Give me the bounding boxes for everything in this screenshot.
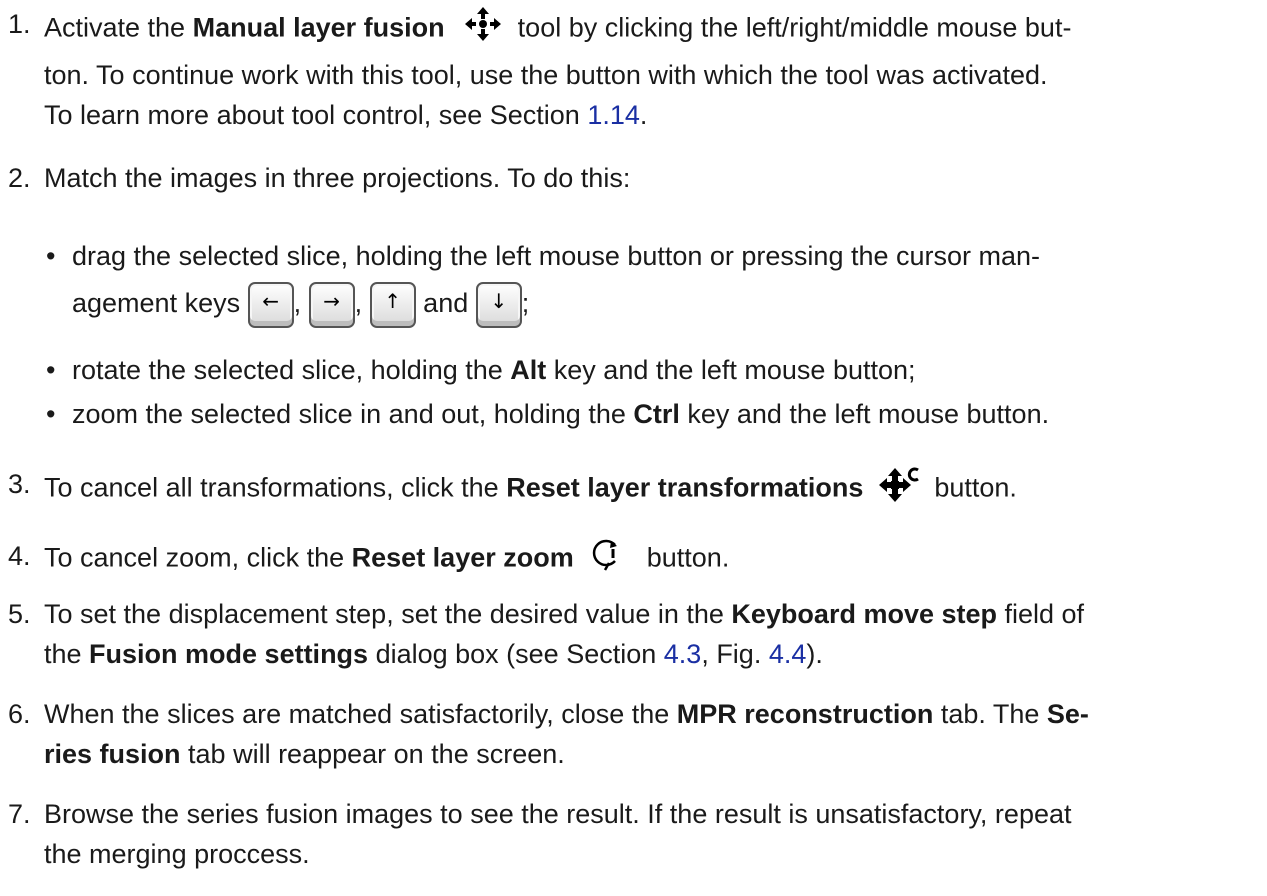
step-text: ton. To continue work with this tool, us… <box>44 60 1048 90</box>
key-name: Alt <box>510 355 547 385</box>
bullet-2: • rotate the selected slice, holding the… <box>46 350 1266 390</box>
step-text: tool by clicking the left/right/middle m… <box>510 12 1072 43</box>
step-number: 3. <box>8 469 31 499</box>
conjunction: and <box>423 288 469 318</box>
step-7: 7. Browse the series fusion images to se… <box>0 794 1260 874</box>
down-arrow-key: ↓ <box>475 281 522 328</box>
field-name: Keyboard move step <box>731 599 997 629</box>
step-text: dialog box (see Section <box>368 639 664 669</box>
step-text: tab will reappear on the screen. <box>180 739 565 769</box>
step-text: the merging proccess. <box>44 839 310 869</box>
button-name: Reset layer zoom <box>351 542 574 573</box>
right-arrow-key: → <box>308 281 355 328</box>
step-number: 5. <box>8 599 31 629</box>
step-text: , Fig. <box>701 639 769 669</box>
tab-name: ries fusion <box>44 739 181 769</box>
tool-name: Manual layer fusion <box>192 12 445 43</box>
reset-zoom-icon <box>587 536 623 583</box>
step-text: To learn more about tool control, see Se… <box>44 100 588 130</box>
bullet-1: • drag the selected slice, holding the l… <box>46 236 1266 330</box>
step-text: To cancel zoom, click the <box>44 542 352 573</box>
button-name: Reset layer transformations <box>506 472 864 503</box>
tab-name: MPR reconstruction <box>676 699 934 729</box>
left-arrow-key: ← <box>247 281 294 328</box>
punctuation: . <box>639 100 648 130</box>
step-number: 2. <box>8 163 31 193</box>
bullet-text: key and the left mouse button; <box>546 355 916 385</box>
bullet-text: drag the selected slice, holding the lef… <box>72 241 1041 271</box>
bullet-text: rotate the selected slice, holding the <box>72 355 511 385</box>
separator: , <box>293 288 302 318</box>
step-text: field of <box>997 599 1085 629</box>
move-arrows-icon <box>462 4 504 55</box>
step-number: 7. <box>8 799 31 829</box>
step-6: 6. When the slices are matched satisfact… <box>0 694 1260 774</box>
bullet-text: zoom the selected slice in and out, hold… <box>72 399 634 429</box>
step-text: the <box>44 639 90 669</box>
document-page: 1. Activate the Manual layer fusion tool… <box>0 0 1267 896</box>
bullet-dot: • <box>46 355 56 385</box>
up-arrow-key: ↑ <box>369 281 416 328</box>
step-text: Match the images in three projections. T… <box>44 163 631 193</box>
step-text: To cancel all transformations, click the <box>44 472 507 503</box>
bullet-3: • zoom the selected slice in and out, ho… <box>46 394 1266 434</box>
step-text: button. <box>926 472 1017 503</box>
step-text: Browse the series fusion images to see t… <box>44 799 1072 829</box>
bullet-text: agement keys <box>72 288 248 318</box>
step-number: 4. <box>8 541 31 571</box>
dialog-name: Fusion mode settings <box>89 639 369 669</box>
bullet-text: key and the left mouse button. <box>679 399 1050 429</box>
section-link[interactable]: 4.3 <box>664 639 702 669</box>
separator: ; <box>521 288 530 318</box>
step-text: When the slices are matched satisfactori… <box>44 699 677 729</box>
reset-transform-icon <box>877 464 923 515</box>
step-number: 6. <box>8 699 31 729</box>
step-3: 3. To cancel all transformations, click … <box>0 464 1260 515</box>
step-text: ). <box>806 639 823 669</box>
separator: , <box>354 288 363 318</box>
step-5: 5. To set the displacement step, set the… <box>0 594 1260 674</box>
section-link[interactable]: 1.14 <box>587 100 640 130</box>
bullet-dot: • <box>46 399 56 429</box>
step-text: tab. The <box>933 699 1047 729</box>
step-text: Activate the <box>44 12 193 43</box>
step-text: button. <box>639 542 730 573</box>
tab-name: Se- <box>1046 699 1089 729</box>
bullet-dot: • <box>46 241 56 271</box>
step-number: 1. <box>8 9 31 39</box>
step-1: 1. Activate the Manual layer fusion tool… <box>0 4 1260 135</box>
step-4: 4. To cancel zoom, click the Reset layer… <box>0 536 1260 583</box>
step-2: 2. Match the images in three projections… <box>0 158 1260 198</box>
step-text: To set the displacement step, set the de… <box>44 599 732 629</box>
key-name: Ctrl <box>633 399 680 429</box>
figure-link[interactable]: 4.4 <box>769 639 807 669</box>
